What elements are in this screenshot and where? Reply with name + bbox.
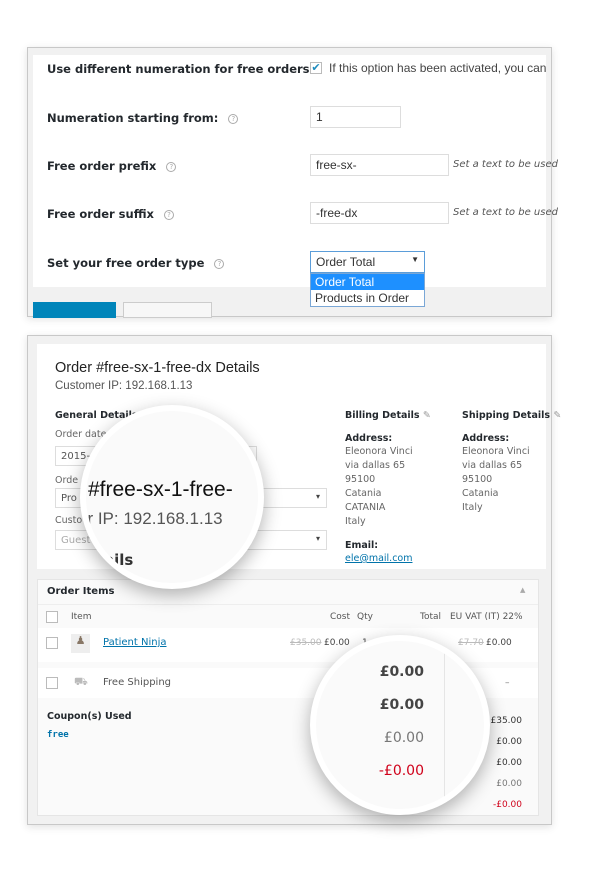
numeration-label: Use different numeration for free orders xyxy=(47,62,310,76)
question-circle-icon[interactable]: ? xyxy=(214,258,225,269)
col-vat: EU VAT (IT) 22% xyxy=(450,612,523,622)
magnifier-order-title: #free-sx-1-free- er IP: 192.168.1.13 ail… xyxy=(80,405,264,589)
shipping-vat: – xyxy=(505,678,510,688)
numeration-checkbox[interactable]: ✔ xyxy=(310,62,322,74)
collapse-icon[interactable]: ▲ xyxy=(520,586,525,594)
cost: £0.00 xyxy=(324,638,350,648)
old-vat: £7.70 xyxy=(458,638,484,648)
type-select[interactable]: Order Total ▼ xyxy=(310,251,425,273)
billing-details-title: Billing Details ✎ xyxy=(345,410,431,421)
start-label: Numeration starting from: xyxy=(47,111,219,125)
pencil-icon[interactable]: ✎ xyxy=(553,410,561,421)
type-select-value: Order Total xyxy=(316,255,376,269)
col-item: Item xyxy=(71,612,92,622)
type-dropdown: Order Total Products in Order xyxy=(310,273,425,307)
row-checkbox[interactable] xyxy=(46,677,58,689)
question-circle-icon[interactable]: ? xyxy=(228,113,239,124)
magnifier-totals: £0.00 £0.00 £0.00 -£0.00 xyxy=(310,635,490,815)
product-thumbnail: ♟ xyxy=(71,634,90,653)
customer-ip: Customer IP: 192.168.1.13 xyxy=(55,380,193,392)
email-link[interactable]: ele@mail.com xyxy=(345,552,413,566)
col-qty: Qty xyxy=(357,612,373,622)
shipping-details-title: Shipping Details ✎ xyxy=(462,410,562,421)
prefix-input[interactable]: free-sx- xyxy=(310,154,449,176)
shipping-address: Eleonora Vinci via dallas 65 95100 Catania I… xyxy=(462,446,530,513)
question-circle-icon[interactable]: ? xyxy=(166,161,177,172)
product-link[interactable]: Patient Ninja xyxy=(103,637,167,648)
order-items-title: Order Items xyxy=(47,586,115,597)
prefix-label: Free order prefix xyxy=(47,159,157,173)
settings-panel xyxy=(27,47,552,318)
option-products-in-order[interactable]: Products in Order xyxy=(311,290,424,306)
numeration-note: If this option has been activated, you c… xyxy=(329,61,547,75)
caret-down-icon: ▼ xyxy=(411,255,419,264)
col-total: Total xyxy=(420,612,442,622)
billing-address-label: Address: xyxy=(345,433,393,444)
truck-icon: ⛟ xyxy=(74,675,88,688)
select-all-checkbox[interactable] xyxy=(46,611,58,623)
col-cost: Cost xyxy=(330,612,351,622)
type-label: Set your free order type xyxy=(47,256,205,270)
customer-label: Custo xyxy=(55,515,83,526)
old-cost: £35.00 xyxy=(290,638,322,648)
option-order-total[interactable]: Order Total xyxy=(311,274,424,290)
prefix-note: Set a text to be used xyxy=(453,159,558,170)
suffix-note: Set a text to be used xyxy=(453,207,558,218)
secondary-button[interactable] xyxy=(123,302,212,318)
vat: £0.00 xyxy=(486,638,512,648)
pencil-icon[interactable]: ✎ xyxy=(423,410,431,421)
shipping-address-label: Address: xyxy=(462,433,510,444)
email-label: Email: xyxy=(345,540,379,551)
coupon-code[interactable]: free xyxy=(47,730,69,740)
coupons-label: Coupon(s) Used xyxy=(47,711,132,722)
question-circle-icon[interactable]: ? xyxy=(163,209,174,220)
shipping-name: Free Shipping xyxy=(103,677,172,688)
order-title: Order #free-sx-1-free-dx Details xyxy=(55,360,260,376)
row-checkbox[interactable] xyxy=(46,637,58,649)
suffix-input[interactable]: -free-dx xyxy=(310,202,449,224)
start-input[interactable]: 1 xyxy=(310,106,401,128)
save-button[interactable] xyxy=(33,302,116,318)
suffix-label: Free order suffix xyxy=(47,207,154,221)
order-status-label: Orde xyxy=(55,475,79,486)
billing-address: Eleonora Vinci via dallas 65 95100 Catania C… xyxy=(345,446,413,527)
